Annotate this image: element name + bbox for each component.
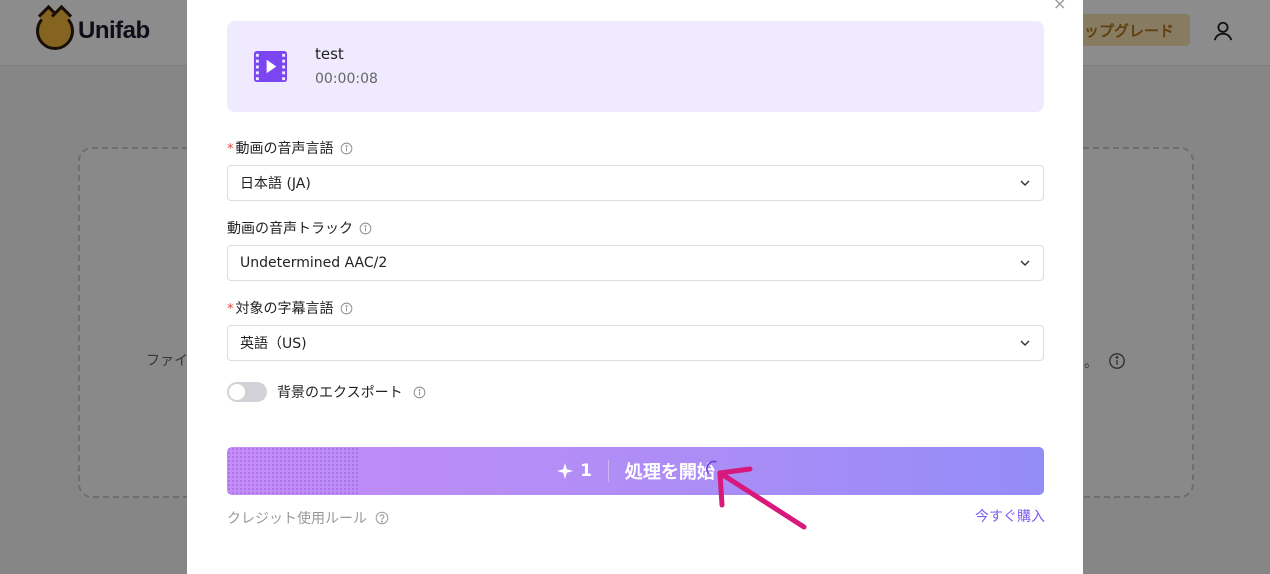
video-file-icon [253,50,288,83]
required-mark: * [227,142,234,157]
sparkle-icon [556,462,574,480]
audio-track-select[interactable]: Undetermined AAC/2 [227,245,1044,281]
info-circle-icon[interactable] [413,386,426,399]
info-circle-icon[interactable] [359,222,372,235]
chevron-down-icon [1020,340,1030,346]
audio-language-select[interactable]: 日本語 (JA) [227,165,1044,201]
button-divider [607,460,609,482]
start-processing-button[interactable]: 1 処理を開始 [227,447,1044,495]
info-circle-icon[interactable] [340,302,353,315]
export-background-label: 背景のエクスポート [277,385,403,401]
subtitle-language-value: 英語（US) [240,336,307,352]
info-circle-icon[interactable] [340,142,353,155]
chevron-down-icon [1020,180,1030,186]
audio-track-value: Undetermined AAC/2 [240,255,388,271]
annotation-arrow-icon [717,466,807,530]
export-background-row: 背景のエクスポート [227,382,426,402]
file-card: test 00:00:08 [227,21,1044,112]
credit-rules-link[interactable]: クレジット使用ルール [227,508,389,528]
credit-count: 1 [580,461,592,481]
audio-language-value: 日本語 (JA) [240,176,311,192]
close-icon[interactable]: × [1053,0,1067,12]
required-mark: * [227,302,234,317]
export-background-toggle[interactable] [227,382,267,402]
subtitle-language-label: * 対象の字幕言語 [227,298,353,318]
credit-rules-label: クレジット使用ルール [227,511,367,527]
button-texture [227,447,359,495]
buy-now-link[interactable]: 今すぐ購入 [975,506,1045,526]
subtitle-settings-dialog: × test 00:00:08 * 動画の音声言語 日本語 (JA) 動画の音声… [187,0,1083,574]
credit-cost: 1 [556,461,592,481]
file-duration: 00:00:08 [315,71,378,87]
audio-language-label: * 動画の音声言語 [227,138,353,158]
chevron-down-icon [1020,260,1030,266]
subtitle-language-select[interactable]: 英語（US) [227,325,1044,361]
help-circle-icon[interactable] [375,511,389,525]
audio-track-label: 動画の音声トラック [227,218,372,238]
file-name: test [315,45,344,63]
